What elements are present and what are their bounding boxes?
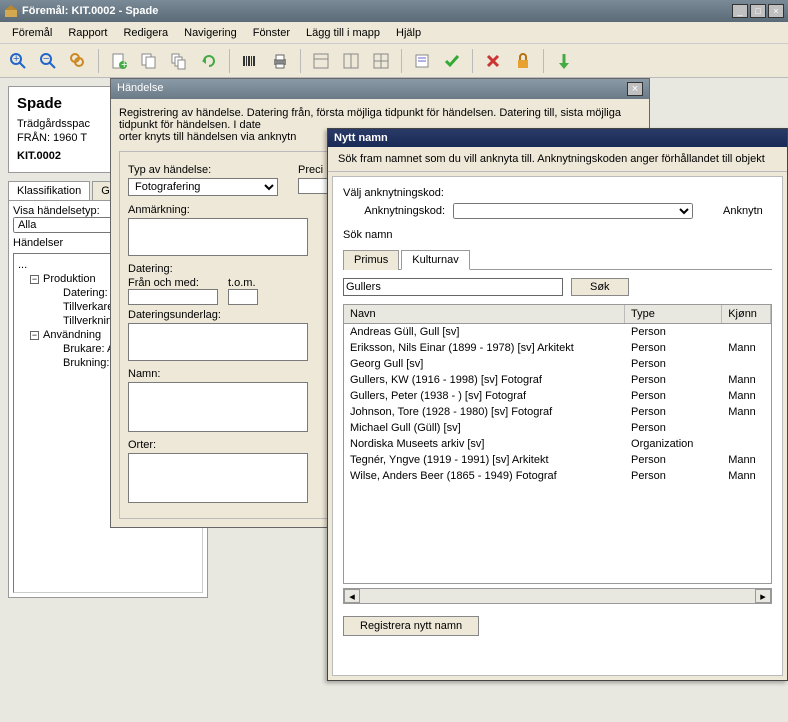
dialog-hint: Sök fram namnet som du vill anknyta till… <box>328 147 787 172</box>
tab-kulturnav[interactable]: Kulturnav <box>401 250 469 270</box>
prec-label: Preci <box>298 164 328 176</box>
window-title: Föremål: KIT.0002 - Spade <box>22 5 732 17</box>
close-button[interactable]: × <box>768 4 784 18</box>
menu-rapport[interactable]: Rapport <box>60 25 115 41</box>
app-icon <box>4 4 18 18</box>
svg-text:−: − <box>43 53 49 65</box>
zoom-out-icon[interactable]: − <box>34 47 62 75</box>
table-row[interactable]: Andreas Güll, Gull [sv]Person <box>344 324 771 340</box>
layout2-icon[interactable] <box>337 47 365 75</box>
search-button[interactable]: Søk <box>571 278 629 296</box>
table-row[interactable]: Tegnér, Yngve (1919 - 1991) [sv] Arkitek… <box>344 452 771 468</box>
menu-föremål[interactable]: Föremål <box>4 25 60 41</box>
dat-from-label: Från och med: <box>128 277 218 289</box>
ank-select[interactable] <box>453 203 693 219</box>
toolbar: + − + <box>0 44 788 78</box>
table-row[interactable]: Eriksson, Nils Einar (1899 - 1978) [sv] … <box>344 340 771 356</box>
main-titlebar: Föremål: KIT.0002 - Spade _ □ × <box>0 0 788 22</box>
col-type[interactable]: Type <box>625 305 722 323</box>
typ-select[interactable]: Fotografering <box>128 178 278 196</box>
svg-text:+: + <box>121 59 127 70</box>
menu-redigera[interactable]: Redigera <box>115 25 176 41</box>
menubar: FöremålRapportRedigeraNavigeringFönsterL… <box>0 22 788 44</box>
properties-icon[interactable] <box>408 47 436 75</box>
copy-icon[interactable] <box>135 47 163 75</box>
table-row[interactable]: Michael Gull (Güll) [sv]Person <box>344 420 771 436</box>
dialog-title: Nytt namn <box>328 129 787 147</box>
barcode-icon[interactable] <box>236 47 264 75</box>
minimize-button[interactable]: _ <box>732 4 748 18</box>
event-window-title: Händelse <box>117 82 627 96</box>
typ-label: Typ av händelse: <box>128 164 278 176</box>
scroll-left-icon[interactable]: ◂ <box>344 589 360 603</box>
zoom-stack-icon[interactable] <box>64 47 92 75</box>
new-name-dialog: Nytt namn Sök fram namnet som du vill an… <box>327 128 788 681</box>
search-input[interactable] <box>343 278 563 296</box>
tab-klassifikation[interactable]: Klassifikation <box>8 181 90 200</box>
valj-label: Välj anknytningskod: <box>343 187 772 199</box>
grid-icon[interactable] <box>367 47 395 75</box>
multi-doc-icon[interactable] <box>165 47 193 75</box>
layout1-icon[interactable] <box>307 47 335 75</box>
grid-hscroll[interactable]: ◂ ▸ <box>343 588 772 604</box>
print-icon[interactable] <box>266 47 294 75</box>
table-row[interactable]: Nordiska Museets arkiv [sv]Organization <box>344 436 771 452</box>
results-grid[interactable]: Navn Type Kjønn Andreas Güll, Gull [sv]P… <box>343 304 772 584</box>
scroll-right-icon[interactable]: ▸ <box>755 589 771 603</box>
orter-input[interactable] <box>128 453 308 503</box>
ank-label: Anknytningskod: <box>343 205 453 217</box>
anm-input[interactable] <box>128 218 308 256</box>
col-navn[interactable]: Navn <box>344 305 625 323</box>
cancel-icon[interactable] <box>479 47 507 75</box>
menu-fönster[interactable]: Fönster <box>245 25 298 41</box>
menu-lägg-till-i-mapp[interactable]: Lägg till i mapp <box>298 25 388 41</box>
svg-text:+: + <box>13 53 19 65</box>
table-row[interactable]: Gullers, Peter (1938 - ) [sv] FotografPe… <box>344 388 771 404</box>
refresh-icon[interactable] <box>195 47 223 75</box>
tab-primus[interactable]: Primus <box>343 250 399 270</box>
table-row[interactable]: Wilse, Anders Beer (1865 - 1949) Fotogra… <box>344 468 771 484</box>
menu-navigering[interactable]: Navigering <box>176 25 245 41</box>
ank-right-label: Anknytn <box>723 205 763 217</box>
dat-to-input[interactable] <box>228 289 258 305</box>
lock-icon[interactable] <box>509 47 537 75</box>
col-kjonn[interactable]: Kjønn <box>722 305 771 323</box>
register-new-name-button[interactable]: Registrera nytt namn <box>343 616 479 636</box>
new-doc-icon[interactable]: + <box>105 47 133 75</box>
table-row[interactable]: Georg Gull [sv]Person <box>344 356 771 372</box>
namn-input[interactable] <box>128 382 308 432</box>
table-row[interactable]: Gullers, KW (1916 - 1998) [sv] FotografP… <box>344 372 771 388</box>
zoom-in-icon[interactable]: + <box>4 47 32 75</box>
datund-input[interactable] <box>128 323 308 361</box>
dat-from-input[interactable] <box>128 289 218 305</box>
check-icon[interactable] <box>438 47 466 75</box>
sok-namn-label: Sök namn <box>343 229 772 241</box>
vis-handelse-label: Visa händelsetyp: <box>13 205 100 217</box>
menu-hjälp[interactable]: Hjälp <box>388 25 429 41</box>
prec-input[interactable] <box>298 178 328 194</box>
down-arrow-icon[interactable] <box>550 47 578 75</box>
table-row[interactable]: Johnson, Tore (1928 - 1980) [sv] Fotogra… <box>344 404 771 420</box>
maximize-button[interactable]: □ <box>750 4 766 18</box>
dat-to-label: t.o.m. <box>228 277 258 289</box>
event-window-close-icon[interactable]: × <box>627 82 643 96</box>
